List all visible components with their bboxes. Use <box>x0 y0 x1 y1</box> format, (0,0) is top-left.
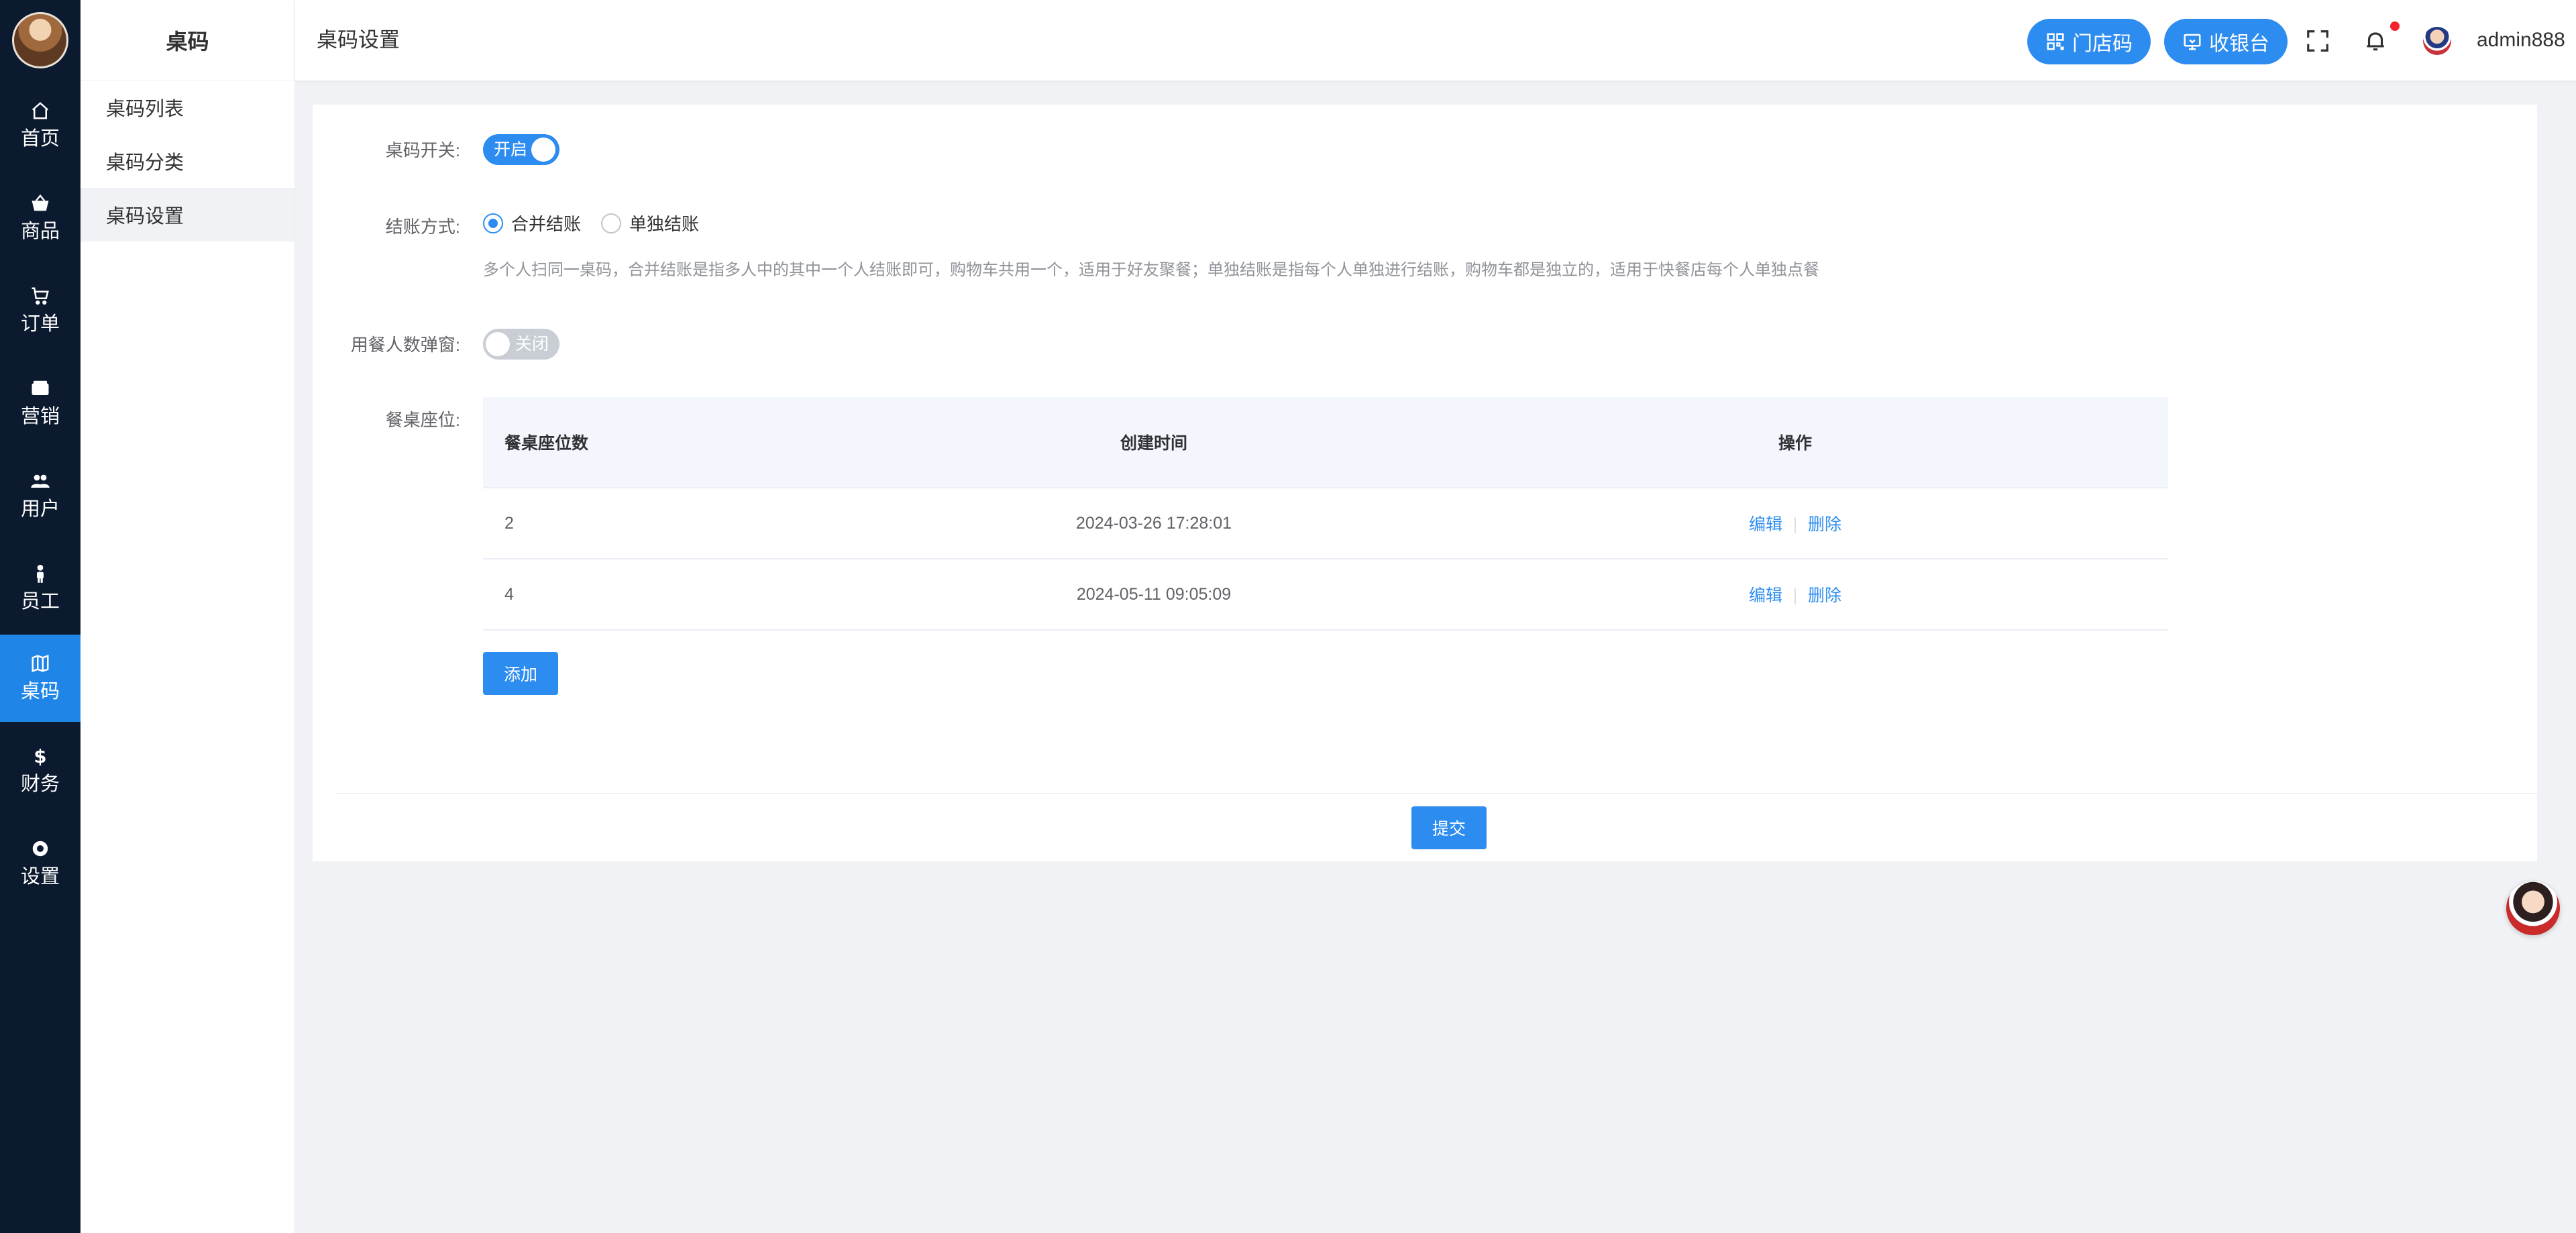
delete-link[interactable]: 删除 <box>1808 515 1841 534</box>
store-code-label: 门店码 <box>2072 33 2133 55</box>
gear-icon <box>32 841 48 857</box>
col-created: 创建时间 <box>1120 434 1187 453</box>
qrcode-icon <box>2047 33 2064 50</box>
diner-popup-switch[interactable]: 关闭 <box>483 329 559 360</box>
nav-finance[interactable]: $ 财务 <box>0 727 80 814</box>
col-actions: 操作 <box>1778 434 1812 453</box>
nav-rail: 首页 商品 订单 营销 用户 员工 桌码 $ 财务 设置 <box>0 0 80 1233</box>
radio-dot <box>483 213 503 233</box>
add-seat-button[interactable]: 添加 <box>483 652 558 695</box>
checkout-mode-hint: 多个人扫同一桌码，合并结账是指多人中的其中一个人结账即可，购物车共用一个，适用于… <box>483 261 1819 279</box>
table-code-switch-label: 桌码开关: <box>385 140 460 160</box>
submenu-item-table-settings[interactable]: 桌码设置 <box>80 188 294 242</box>
seats-table: 餐桌座位数 创建时间 操作 2 2024-03-26 17:28:01 编辑 删除… <box>483 397 2168 631</box>
divider <box>1794 588 1796 605</box>
svg-text:$: $ <box>34 746 46 766</box>
cell-created: 2024-05-11 09:05:09 <box>1076 584 1232 604</box>
seats-label: 餐桌座位: <box>385 410 460 430</box>
table-row: 2 2024-03-26 17:28:01 编辑 删除 <box>483 488 2168 559</box>
radio-merged-label: 合并结账 <box>511 214 582 234</box>
edit-link[interactable]: 编辑 <box>1749 515 1782 534</box>
notification-badge <box>2390 21 2400 31</box>
footer-divider <box>335 793 2537 794</box>
settings-card: 桌码开关: 开启 结账方式: 合并结账 单独结账 多个人扫同一桌码，合并结账是指… <box>313 105 2537 861</box>
users-icon <box>31 474 50 488</box>
fullscreen-icon[interactable] <box>2305 28 2330 54</box>
map-icon <box>32 655 49 672</box>
nav-staff[interactable]: 员工 <box>0 545 80 632</box>
nav-orders-label: 订单 <box>20 313 60 335</box>
customer-service-avatar[interactable] <box>2506 881 2560 935</box>
username[interactable]: admin888 <box>2477 0 2565 81</box>
divider <box>1794 517 1796 534</box>
radio-separate-checkout[interactable]: 单独结账 <box>601 211 699 235</box>
diner-popup-label: 用餐人数弹窗: <box>350 335 460 355</box>
diner-popup-switch-text: 关闭 <box>515 335 549 354</box>
switch-knob <box>531 138 555 162</box>
radio-merged-checkout[interactable]: 合并结账 <box>483 211 581 235</box>
submenu-item-table-category[interactable]: 桌码分类 <box>80 134 294 188</box>
switch-knob <box>486 332 510 356</box>
person-icon <box>37 564 44 583</box>
nav-home[interactable]: 首页 <box>0 82 80 169</box>
submenu: 桌码 桌码列表 桌码分类 桌码设置 <box>80 0 295 1233</box>
cell-seats: 4 <box>504 584 514 604</box>
nav-settings-label: 设置 <box>20 866 60 888</box>
table-code-switch-text: 开启 <box>494 140 528 159</box>
monitor-icon <box>2184 34 2201 50</box>
col-seats: 餐桌座位数 <box>504 434 589 453</box>
cashier-button[interactable]: 收银台 <box>2164 19 2288 64</box>
nav-staff-label: 员工 <box>20 591 60 612</box>
page-title: 桌码设置 <box>317 28 400 52</box>
submenu-item-table-list[interactable]: 桌码列表 <box>80 81 294 134</box>
nav-orders[interactable]: 订单 <box>0 267 80 354</box>
cell-actions: 编辑 删除 <box>1422 582 2168 606</box>
nav-home-label: 首页 <box>20 128 60 150</box>
cashier-label: 收银台 <box>2209 33 2269 55</box>
radio-separate-label: 单独结账 <box>629 214 700 234</box>
table-row: 4 2024-05-11 09:05:09 编辑 删除 <box>483 559 2168 631</box>
submit-button[interactable]: 提交 <box>1411 806 1487 849</box>
submenu-title: 桌码 <box>80 0 294 81</box>
cart-icon <box>32 287 49 305</box>
delete-link[interactable]: 删除 <box>1808 586 1841 605</box>
store-logo[interactable] <box>12 12 68 68</box>
store-code-button[interactable]: 门店码 <box>2027 19 2151 64</box>
home-icon <box>32 102 49 119</box>
user-avatar[interactable] <box>2423 27 2451 55</box>
nav-products-label: 商品 <box>20 221 60 242</box>
nav-table-code-label: 桌码 <box>20 681 60 702</box>
top-header: 桌码设置 门店码 收银台 admin888 <box>295 0 2576 81</box>
cell-seats: 2 <box>504 513 514 533</box>
dollar-icon: $ <box>34 746 46 766</box>
nav-marketing[interactable]: 营销 <box>0 360 80 447</box>
table-code-switch[interactable]: 开启 <box>483 134 559 165</box>
nav-finance-label: 财务 <box>20 773 60 795</box>
checkout-mode-label: 结账方式: <box>385 217 460 237</box>
wallet-icon <box>32 380 49 395</box>
table-header: 餐桌座位数 创建时间 操作 <box>483 397 2168 488</box>
radio-dot <box>601 213 621 233</box>
edit-link[interactable]: 编辑 <box>1749 586 1782 605</box>
nav-table-code[interactable]: 桌码 <box>0 635 80 722</box>
nav-settings[interactable]: 设置 <box>0 820 80 907</box>
cell-actions: 编辑 删除 <box>1422 511 2168 535</box>
basket-icon <box>32 194 49 211</box>
nav-marketing-label: 营销 <box>20 406 60 427</box>
nav-users-label: 用户 <box>20 498 60 520</box>
nav-products[interactable]: 商品 <box>0 174 80 262</box>
cell-created: 2024-03-26 17:28:01 <box>1075 513 1232 533</box>
bell-icon[interactable] <box>2363 28 2388 54</box>
nav-users[interactable]: 用户 <box>0 452 80 539</box>
